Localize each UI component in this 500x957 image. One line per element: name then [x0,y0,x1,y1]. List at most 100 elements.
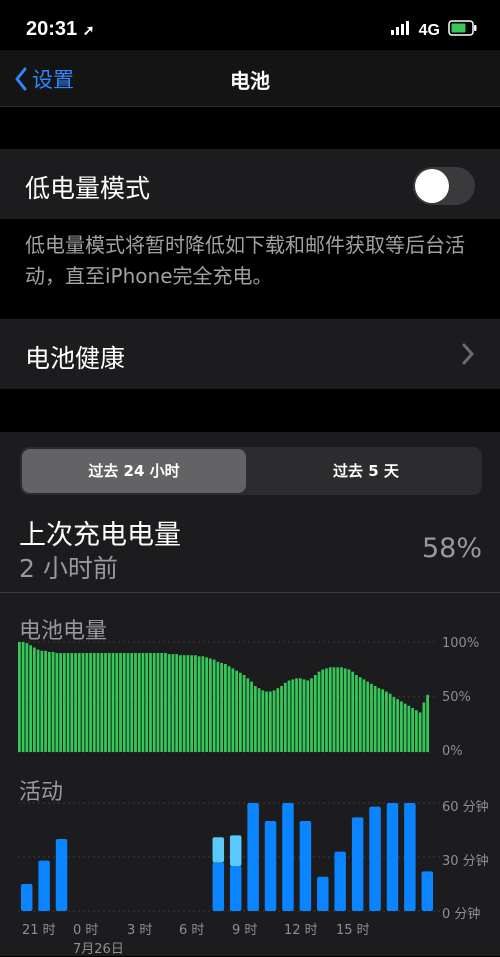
battery-bar [321,669,325,752]
battery-bar [392,697,396,752]
activity-y-30: 30 分钟 [442,854,489,869]
battery-bar [272,690,276,752]
battery-bar [355,675,358,752]
status-indicators: 4G [390,20,478,41]
battery-bar [107,653,111,752]
low-power-toggle[interactable] [413,167,475,205]
activity-bar-screen-on [212,862,225,911]
battery-bar [325,668,328,752]
last-charge-percent: 58% [421,533,482,564]
battery-bar [224,664,227,752]
activity-bar-screen-on [282,803,294,911]
battery-bar [74,653,77,752]
battery-bar [197,656,201,752]
battery-bar [55,653,59,752]
battery-bar [21,642,25,752]
battery-bar [190,655,194,752]
battery-bar [220,662,223,752]
low-power-label: 低电量模式 [25,174,151,203]
activity-bar-screen-on [229,866,242,911]
battery-bar [134,653,137,752]
battery-health-row[interactable]: 电池健康 [0,319,500,389]
battery-icon [448,20,478,41]
battery-bar [47,651,51,752]
battery-bar [18,642,21,752]
battery-bar [287,680,291,752]
battery-bar [149,653,152,752]
battery-bar [96,653,100,752]
battery-bar [276,688,280,752]
battery-bar [201,656,205,752]
battery-bar [40,650,44,752]
battery-bar [388,693,392,752]
battery-health-label: 电池健康 [25,344,126,373]
battery-bar [328,667,332,752]
battery-bar [85,653,89,752]
toggle-knob [415,169,449,203]
battery-bar [104,653,107,752]
x-label-21: 21 时 [22,923,56,938]
activity-y-60: 60 分钟 [442,800,489,815]
battery-bar [265,691,268,752]
divider [0,592,500,593]
activity-bar-screen-on [386,803,399,911]
battery-bar [89,653,92,752]
activity-bar-screen-on [264,821,277,911]
battery-bar [212,659,216,752]
activity-bar-screen-on [55,839,68,911]
battery-bar [340,667,343,752]
battery-bar [370,683,373,752]
time-range-segmented-control: 过去 24 小时 过去 5 天 [20,447,482,495]
battery-bar [115,653,119,752]
battery-bar [377,688,381,752]
battery-bar [422,702,426,752]
battery-bar [235,670,238,752]
battery-bar [156,653,160,752]
battery-bar [92,653,96,752]
battery-bar [25,643,29,752]
battery-bar [280,686,283,752]
activity-bar-screen-on [351,817,364,911]
status-time: 20:31 ➚ [26,18,95,40]
battery-bar [209,658,212,752]
battery-bar [358,677,362,752]
activity-bar-screen-on [404,803,416,911]
battery-bar [186,655,190,752]
battery-bar [336,667,340,752]
x-label-12: 12 时 [284,923,318,938]
activity-bar-screen-on [317,876,329,911]
battery-level-chart [18,641,438,753]
page-title: 电池 [230,69,270,93]
battery-bar [152,653,156,752]
last-charge-title: 上次充电电量 [19,520,181,551]
battery-bar [36,649,40,752]
battery-bar [29,645,32,752]
battery-y-50: 50% [442,690,471,705]
battery-bar [385,691,388,752]
activity-bar-screen-on [334,851,346,911]
battery-bar [77,653,81,752]
battery-bar [227,666,231,752]
activity-bar-screen-on [247,803,259,911]
low-power-description: 低电量模式将暂时降低如下载和邮件获取等后台活动，直至iPhone完全充电。 [25,233,465,288]
battery-bar [253,686,257,752]
battery-bar [175,654,179,752]
activity-bar-screen-off [212,837,225,863]
battery-bar [373,686,377,752]
battery-bar [167,654,171,752]
tab-last-5-days[interactable]: 过去 5 天 [252,447,480,495]
battery-bar [171,654,175,752]
battery-bar [332,667,336,752]
battery-bar [261,690,265,752]
battery-bar [351,671,355,752]
x-label-15: 15 时 [336,923,370,938]
battery-bar [306,680,310,752]
activity-chart [18,802,440,912]
battery-bar [126,653,130,752]
battery-bar [418,712,422,752]
tab-last-24-hours[interactable]: 过去 24 小时 [22,449,246,493]
battery-bar [179,655,182,752]
battery-bar [411,708,415,752]
battery-y-0: 0% [442,744,463,759]
battery-bar [137,653,141,752]
